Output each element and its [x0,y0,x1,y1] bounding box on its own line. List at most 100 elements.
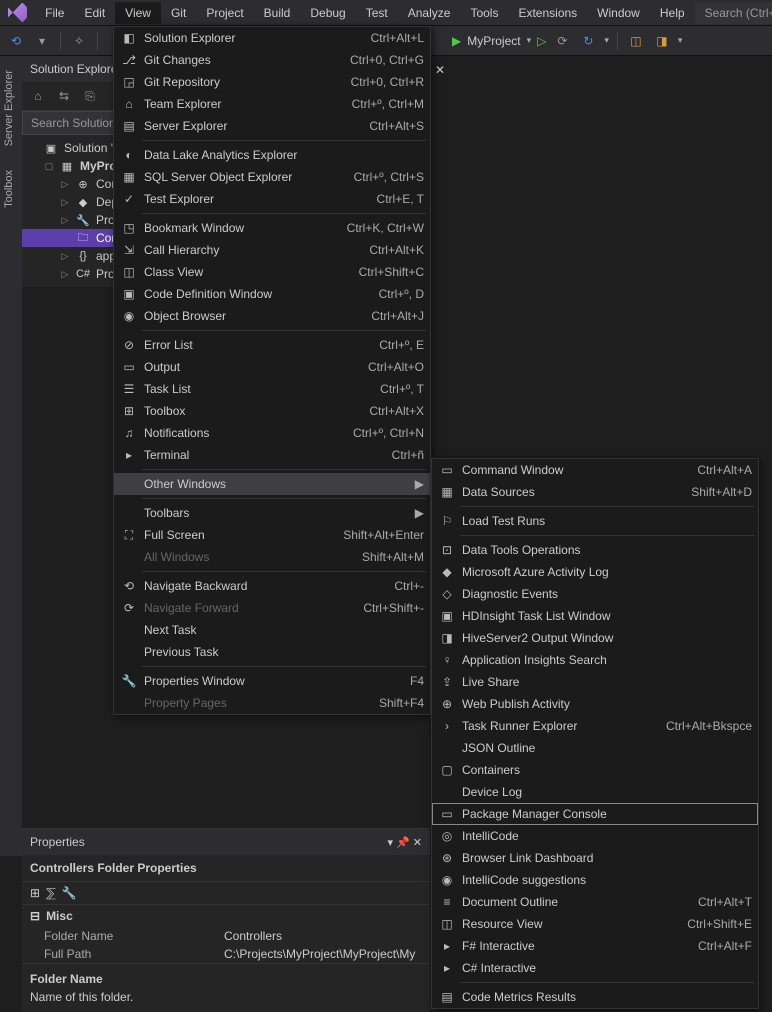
menu-item-object-browser[interactable]: ◉Object BrowserCtrl+Alt+J [114,305,430,327]
menu-item-navigate-backward[interactable]: ⟲Navigate BackwardCtrl+- [114,575,430,597]
pending-changes-icon[interactable]: ⎘ [80,86,100,106]
menu-item-code-definition-window[interactable]: ▣Code Definition WindowCtrl+º, D [114,283,430,305]
menu-item-code-metrics-results[interactable]: ▤Code Metrics Results [432,986,758,1008]
menu-item-data-lake-analytics-explorer[interactable]: ◐Data Lake Analytics Explorer [114,144,430,166]
auto-hide-icon[interactable]: ▾ 📌 ✕ [387,837,422,849]
menu-project[interactable]: Project [196,2,253,24]
menu-window[interactable]: Window [587,2,650,24]
menu-item-sql-server-object-explorer[interactable]: ▦SQL Server Object ExplorerCtrl+º, Ctrl+… [114,166,430,188]
menu-item-microsoft-azure-activity-log[interactable]: ◆Microsoft Azure Activity Log [432,561,758,583]
menu-item-data-tools-operations[interactable]: ⊡Data Tools Operations [432,539,758,561]
chevron-down-icon[interactable]: ▾ [678,35,683,46]
menu-item-document-outline[interactable]: ≡Document OutlineCtrl+Alt+T [432,891,758,913]
menu-item-browser-link-dashboard[interactable]: ⊛Browser Link Dashboard [432,847,758,869]
menu-item-terminal[interactable]: ▸TerminalCtrl+ñ [114,444,430,466]
menu-item-json-outline[interactable]: JSON Outline [432,737,758,759]
menu-item-hdinsight-task-list-window[interactable]: ▣HDInsight Task List Window [432,605,758,627]
global-search-box[interactable]: Search (Ctrl+Q) [695,2,772,24]
menu-item-server-explorer[interactable]: ▤Server ExplorerCtrl+Alt+S [114,115,430,137]
menu-item-resource-view[interactable]: ◫Resource ViewCtrl+Shift+E [432,913,758,935]
menu-item-diagnostic-events[interactable]: ◇Diagnostic Events [432,583,758,605]
property-row[interactable]: Folder NameControllers [22,927,430,945]
expand-icon[interactable]: ▷ [60,215,70,226]
expand-icon[interactable]: ▢ [44,161,54,172]
menu-item-live-share[interactable]: ⇪Live Share [432,671,758,693]
chevron-down-icon[interactable]: ▾ [604,35,609,46]
menu-item-properties-window[interactable]: 🔧Properties WindowF4 [114,670,430,692]
layout-button-1[interactable]: ◫ [626,31,646,51]
menu-test[interactable]: Test [356,2,398,24]
menu-edit[interactable]: Edit [74,2,115,24]
menu-extensions[interactable]: Extensions [508,2,587,24]
menu-item-intellicode[interactable]: ◎IntelliCode [432,825,758,847]
menu-item-intellicode-suggestions[interactable]: ◉IntelliCode suggestions [432,869,758,891]
menu-item-c-interactive[interactable]: ▸C# Interactive [432,957,758,979]
menu-item-toolbox[interactable]: ⊞ToolboxCtrl+Alt+X [114,400,430,422]
menu-item-team-explorer[interactable]: ⌂Team ExplorerCtrl+º, Ctrl+M [114,93,430,115]
menu-item-bookmark-window[interactable]: ◳Bookmark WindowCtrl+K, Ctrl+W [114,217,430,239]
menu-item-previous-task[interactable]: Previous Task [114,641,430,663]
menu-item-solution-explorer[interactable]: ◧Solution ExplorerCtrl+Alt+L [114,27,430,49]
start-button[interactable]: ▶ [452,34,461,48]
menu-item-command-window[interactable]: ▭Command WindowCtrl+Alt+A [432,459,758,481]
menu-item-task-runner-explorer[interactable]: ›Task Runner ExplorerCtrl+Alt+Bkspce [432,715,758,737]
expand-icon[interactable]: ▷ [60,197,70,208]
property-row[interactable]: Full PathC:\Projects\MyProject\MyProject… [22,945,430,963]
expand-icon[interactable]: ▷ [60,179,70,190]
menu-item-task-list[interactable]: ☰Task ListCtrl+º, T [114,378,430,400]
menu-item-toolbars[interactable]: Toolbars▶ [114,502,430,524]
menu-tools[interactable]: Tools [460,2,508,24]
server-explorer-tab[interactable]: Server Explorer [0,64,22,152]
menu-item-notifications[interactable]: ♫NotificationsCtrl+º, Ctrl+N [114,422,430,444]
menu-item-data-sources[interactable]: ▦Data SourcesShift+Alt+D [432,481,758,503]
menu-item-application-insights-search[interactable]: ♀Application Insights Search [432,649,758,671]
menu-item-package-manager-console[interactable]: ▭Package Manager Console [432,803,758,825]
menu-view[interactable]: View [115,2,161,24]
property-pages-icon[interactable]: 🔧 [62,886,77,900]
start-target-label[interactable]: MyProject [467,34,520,48]
categorized-icon[interactable]: ⊞ [30,886,40,900]
menu-file[interactable]: File [35,2,74,24]
menu-item-class-view[interactable]: ◫Class ViewCtrl+Shift+C [114,261,430,283]
start-no-debug-button[interactable]: ▷ [537,34,546,48]
toolbox-tab[interactable]: Toolbox [0,164,22,214]
new-project-button[interactable]: ✧ [69,31,89,51]
menu-item-icon: ◎ [436,829,458,843]
menu-item-load-test-runs[interactable]: ⚐Load Test Runs [432,510,758,532]
menu-debug[interactable]: Debug [300,2,355,24]
properties-category[interactable]: ⊟ Misc [22,905,430,927]
expand-icon[interactable]: ▷ [60,269,70,280]
chevron-down-icon[interactable]: ▾ [527,35,532,46]
menu-item-web-publish-activity[interactable]: ⊕Web Publish Activity [432,693,758,715]
menu-item-hiveserver2-output-window[interactable]: ◨HiveServer2 Output Window [432,627,758,649]
menu-item-error-list[interactable]: ⊘Error ListCtrl+º, E [114,334,430,356]
restart-button[interactable]: ↻ [578,31,598,51]
back-nav-button[interactable]: ⟲ [6,31,26,51]
menu-item-call-hierarchy[interactable]: ⇲Call HierarchyCtrl+Alt+K [114,239,430,261]
menu-item-label: HDInsight Task List Window [458,609,752,623]
switch-views-icon[interactable]: ⇆ [54,86,74,106]
menu-item-other-windows[interactable]: Other Windows▶ [114,473,430,495]
menu-item-full-screen[interactable]: ⛶Full ScreenShift+Alt+Enter [114,524,430,546]
home-icon[interactable]: ⌂ [28,86,48,106]
menu-help[interactable]: Help [650,2,695,24]
menu-item-output[interactable]: ▭OutputCtrl+Alt+O [114,356,430,378]
menu-item-icon: ◲ [118,75,140,89]
menu-item-containers[interactable]: ▢Containers [432,759,758,781]
hot-reload-button[interactable]: ⟳ [552,31,572,51]
menu-item-git-changes[interactable]: ⎇Git ChangesCtrl+0, Ctrl+G [114,49,430,71]
menu-analyze[interactable]: Analyze [398,2,461,24]
menu-item-test-explorer[interactable]: ✓Test ExplorerCtrl+E, T [114,188,430,210]
menu-build[interactable]: Build [254,2,301,24]
menu-item-device-log[interactable]: Device Log [432,781,758,803]
expand-icon[interactable]: ▷ [60,251,70,262]
alphabetical-icon[interactable]: ⅀ [46,886,56,900]
menu-item-label: Data Lake Analytics Explorer [140,148,424,162]
menu-item-git-repository[interactable]: ◲Git RepositoryCtrl+0, Ctrl+R [114,71,430,93]
layout-button-2[interactable]: ◨ [652,31,672,51]
menu-item-f-interactive[interactable]: ▸F# InteractiveCtrl+Alt+F [432,935,758,957]
menu-item-icon: ⚐ [436,514,458,528]
menu-git[interactable]: Git [161,2,196,24]
document-close-icon[interactable]: ✕ [430,60,450,80]
menu-item-next-task[interactable]: Next Task [114,619,430,641]
